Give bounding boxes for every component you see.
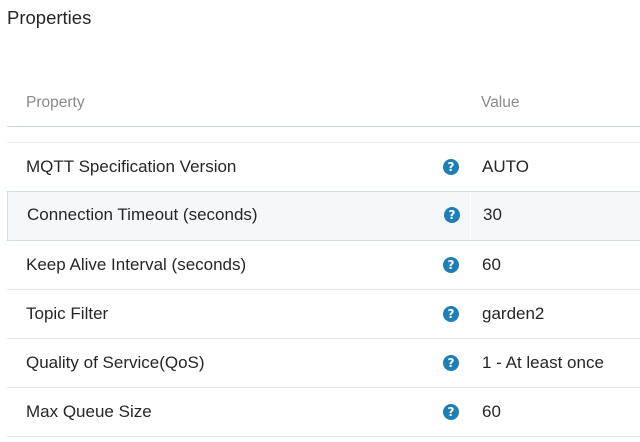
cell-divider — [469, 143, 470, 191]
column-header-value[interactable]: Value — [481, 93, 520, 113]
properties-panel: Properties Property Value MQTT Specifica… — [0, 0, 640, 442]
property-value[interactable]: AUTO — [482, 157, 529, 177]
header-spacer — [7, 127, 640, 143]
cell-divider — [469, 339, 470, 387]
property-name: MQTT Specification Version — [26, 157, 237, 176]
property-name: Topic Filter — [26, 304, 109, 323]
table-row[interactable]: Max Queue Size ? 60 — [7, 388, 640, 437]
property-value[interactable]: 60 — [482, 255, 501, 275]
table-row[interactable]: Topic Filter ? garden2 — [7, 290, 640, 339]
table-row[interactable]: Keep Alive Interval (seconds) ? 60 — [7, 241, 640, 290]
property-value[interactable]: garden2 — [482, 304, 544, 324]
help-icon[interactable]: ? — [443, 355, 459, 371]
property-name: Quality of Service(QoS) — [26, 353, 205, 372]
properties-table-body: MQTT Specification Version ? AUTO Connec… — [7, 143, 640, 437]
help-icon[interactable]: ? — [444, 207, 460, 223]
help-icon[interactable]: ? — [443, 159, 459, 175]
cell-divider — [469, 241, 470, 289]
help-icon[interactable]: ? — [443, 404, 459, 420]
cell-divider — [469, 388, 470, 436]
property-name: Max Queue Size — [26, 402, 152, 421]
panel-title: Properties — [7, 7, 92, 28]
cell-divider — [470, 192, 471, 240]
cell-divider — [469, 290, 470, 338]
property-value[interactable]: 30 — [483, 205, 502, 225]
help-icon[interactable]: ? — [443, 306, 459, 322]
property-value[interactable]: 1 - At least once — [482, 353, 604, 373]
help-icon[interactable]: ? — [443, 257, 459, 273]
table-row[interactable]: Quality of Service(QoS) ? 1 - At least o… — [7, 339, 640, 388]
table-row[interactable]: Connection Timeout (seconds) ? 30 — [7, 191, 640, 241]
property-value[interactable]: 60 — [482, 402, 501, 422]
property-name: Connection Timeout (seconds) — [27, 205, 258, 224]
column-header-property[interactable]: Property — [26, 93, 85, 113]
table-row[interactable]: MQTT Specification Version ? AUTO — [7, 143, 640, 192]
property-name: Keep Alive Interval (seconds) — [26, 255, 247, 274]
table-header: Property Value — [7, 84, 640, 127]
